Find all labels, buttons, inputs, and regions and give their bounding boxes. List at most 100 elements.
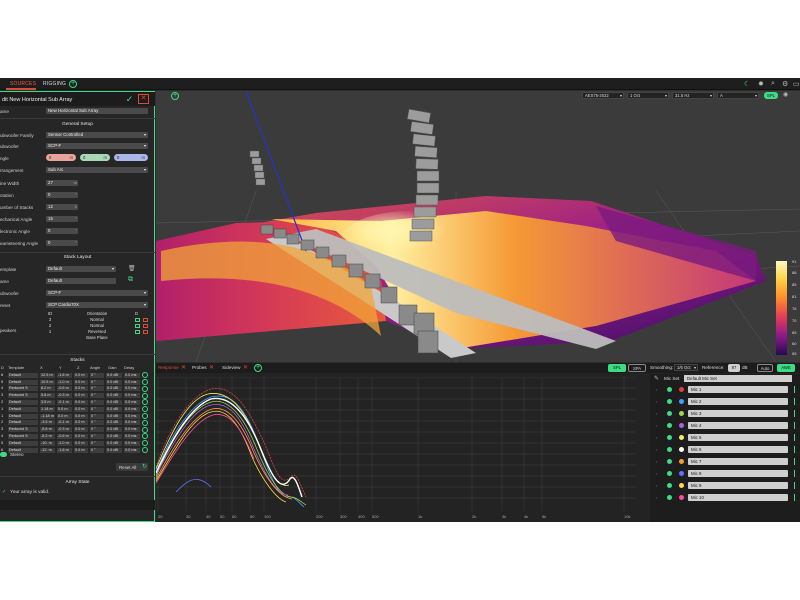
stack-cell[interactable]: -8.2 m bbox=[40, 433, 55, 439]
stack-cell[interactable]: 0 ° bbox=[90, 447, 104, 453]
add-view-icon[interactable]: + bbox=[171, 92, 179, 100]
close-tab-icon[interactable]: ✕ bbox=[181, 364, 186, 371]
orientation-checkbox[interactable] bbox=[135, 324, 140, 328]
expand-icon[interactable]: › bbox=[656, 447, 657, 452]
reset-all-button[interactable]: Reset All ↻ bbox=[116, 463, 148, 471]
confirm-check-icon[interactable]: ✓ bbox=[124, 94, 135, 104]
visibility-toggle[interactable] bbox=[667, 435, 672, 440]
stack-cell[interactable]: -1.18 m bbox=[40, 413, 55, 419]
stack-cell[interactable]: 10.5 m bbox=[40, 379, 55, 385]
expand-icon[interactable]: › bbox=[656, 435, 657, 440]
stack-cell[interactable]: 0.0 dB bbox=[106, 447, 122, 453]
tab-sideview[interactable]: Sideview bbox=[222, 365, 240, 370]
spl-toggle-button[interactable]: SPL bbox=[764, 92, 778, 99]
stack-cell[interactable]: -1.6 m bbox=[57, 372, 72, 378]
stack-cell[interactable]: 0.0 ms bbox=[124, 447, 140, 453]
monitor-icon[interactable]: ▭ bbox=[793, 80, 800, 88]
stack-cell[interactable]: Default bbox=[8, 413, 38, 419]
visibility-toggle[interactable] bbox=[667, 399, 672, 404]
line-width-input[interactable]: 27 m bbox=[46, 180, 78, 186]
mechanical-angle-input[interactable]: 15 ° bbox=[46, 216, 78, 222]
stack-cell[interactable]: 0.0 m bbox=[74, 379, 88, 385]
settings-icon[interactable]: ⚙ bbox=[782, 80, 788, 88]
smoothing-select[interactable]: 1/6 Oct bbox=[674, 364, 698, 371]
stack-cell[interactable]: 0 ° bbox=[90, 406, 104, 412]
stack-subwoofer-select[interactable]: SCP-F bbox=[46, 290, 148, 296]
3d-viewport[interactable]: + AES75-2022 1 Oct 31.5 Hz A SPL ◉ 91 88… bbox=[156, 91, 800, 362]
stack-cell[interactable]: 0 ° bbox=[90, 399, 104, 405]
mic-handle[interactable] bbox=[794, 458, 800, 465]
reference-input[interactable]: 97 bbox=[728, 364, 740, 372]
stack-cell[interactable]: 0.0 dB bbox=[106, 433, 122, 439]
stack-cell[interactable]: -0.3 m bbox=[57, 427, 72, 433]
subwoofer-select[interactable]: SCP-F bbox=[46, 143, 148, 149]
remove-speaker-icon[interactable] bbox=[143, 318, 148, 322]
stack-cell[interactable]: 0.0 m bbox=[74, 447, 88, 453]
stack-row[interactable]: 5 Default 10.5 m -1.0 m 0.0 m0 ° 0.0 dB 0.0 ms bbox=[0, 379, 155, 386]
standard-select[interactable]: AES75-2022 bbox=[582, 92, 624, 99]
stack-cell[interactable]: 8.2 m bbox=[40, 386, 55, 392]
stack-cell[interactable]: Default bbox=[8, 420, 38, 426]
visibility-toggle[interactable] bbox=[667, 471, 672, 476]
stack-cell[interactable]: -5.8 m bbox=[40, 427, 55, 433]
stereo-toggle[interactable] bbox=[0, 452, 7, 457]
sync-icon[interactable] bbox=[142, 426, 148, 433]
stack-cell[interactable]: 0.0 m bbox=[74, 372, 88, 378]
mic-label[interactable]: Mic 4 bbox=[688, 422, 788, 429]
rotation-input[interactable]: 0 ° bbox=[46, 192, 78, 198]
arrangement-select[interactable]: Sub Arc bbox=[46, 167, 148, 173]
awe-button[interactable]: AWE bbox=[777, 364, 795, 372]
stack-cell[interactable]: 0.0 m bbox=[74, 420, 88, 426]
expand-icon[interactable]: › bbox=[656, 423, 657, 428]
frequency-response-plot[interactable]: 20 30 40 50 60 80 100 200 300 400 500 1k 2k 3k 4k 5k 10k bbox=[156, 377, 636, 520]
sync-icon[interactable] bbox=[142, 433, 148, 440]
sync-icon[interactable] bbox=[142, 379, 148, 386]
mic-row[interactable]: › Mic 5 bbox=[650, 432, 800, 444]
stack-cell[interactable]: -1.0 m bbox=[57, 379, 72, 385]
visibility-toggle[interactable] bbox=[667, 447, 672, 452]
stack-row[interactable]: 6 Default 12.5 m -1.6 m 0.0 m0 ° 0.0 dB 0.0 ms bbox=[0, 372, 155, 379]
expand-icon[interactable]: › bbox=[656, 387, 657, 392]
stack-cell[interactable]: Default bbox=[8, 406, 38, 412]
stack-row[interactable]: 4 Reduced S 8.2 m -0.6 m 0.0 m0 ° 0.0 dB 0.0 m… bbox=[0, 385, 155, 392]
expand-icon[interactable]: › bbox=[656, 459, 657, 464]
mic-label[interactable]: Mic 10 bbox=[688, 494, 788, 501]
stack-row[interactable]: 3 Reduced S 5.8 m -0.3 m 0.0 m0 ° 0.0 dB 0.0 m… bbox=[0, 392, 155, 399]
stack-cell[interactable]: Reduced S bbox=[8, 433, 38, 439]
stack-cell[interactable]: -0.6 m bbox=[57, 386, 72, 392]
sync-icon[interactable] bbox=[142, 419, 148, 426]
mic-handle[interactable] bbox=[794, 470, 800, 477]
close-tab-icon[interactable]: ✕ bbox=[243, 364, 248, 371]
close-icon[interactable]: ✕ bbox=[138, 94, 149, 104]
beamsteering-angle-input[interactable]: 0 ° bbox=[46, 240, 78, 246]
edit-icon[interactable]: ✎ bbox=[654, 375, 659, 382]
mic-label[interactable]: Mic 3 bbox=[688, 410, 788, 417]
expand-icon[interactable]: › bbox=[656, 471, 657, 476]
mic-row[interactable]: › Mic 4 bbox=[650, 420, 800, 432]
stack-cell[interactable]: -0.3 m bbox=[57, 393, 72, 399]
angle-z-input[interactable]: 0m bbox=[114, 154, 148, 161]
sync-icon[interactable] bbox=[142, 440, 148, 447]
mic-row[interactable]: › Mic 3 bbox=[650, 408, 800, 420]
template-select[interactable]: Default bbox=[46, 266, 116, 272]
camera-icon[interactable]: ◉ bbox=[783, 91, 788, 98]
mic-row[interactable]: › Mic 6 bbox=[650, 444, 800, 456]
stack-cell[interactable]: Default bbox=[8, 372, 38, 378]
stack-name-input[interactable]: Default bbox=[46, 278, 116, 284]
stack-row[interactable]: 1 Default -1.18 m 0.0 m 0.0 m0 ° 0.0 dB 0.0 ms bbox=[0, 413, 155, 420]
close-tab-icon[interactable]: ✕ bbox=[209, 364, 214, 371]
stack-cell[interactable]: 0.0 ms bbox=[124, 413, 140, 419]
stack-cell[interactable]: 0.0 m bbox=[74, 386, 88, 392]
stacks-count-input[interactable]: 12 X bbox=[46, 204, 78, 210]
remove-speaker-icon[interactable] bbox=[143, 324, 148, 328]
mic-handle[interactable] bbox=[794, 482, 800, 489]
stack-cell[interactable]: 0.0 ms bbox=[124, 406, 140, 412]
mic-label[interactable]: Mic 1 bbox=[688, 386, 788, 393]
visibility-toggle[interactable] bbox=[667, 495, 672, 500]
stack-cell[interactable]: 0.0 ms bbox=[124, 372, 140, 378]
stack-cell[interactable]: 12.5 m bbox=[40, 372, 55, 378]
mic-label[interactable]: Mic 8 bbox=[688, 470, 788, 477]
expand-icon[interactable]: › bbox=[656, 495, 657, 500]
stack-cell[interactable]: 0.0 m bbox=[57, 413, 72, 419]
stack-cell[interactable]: 0.0 m bbox=[74, 399, 88, 405]
